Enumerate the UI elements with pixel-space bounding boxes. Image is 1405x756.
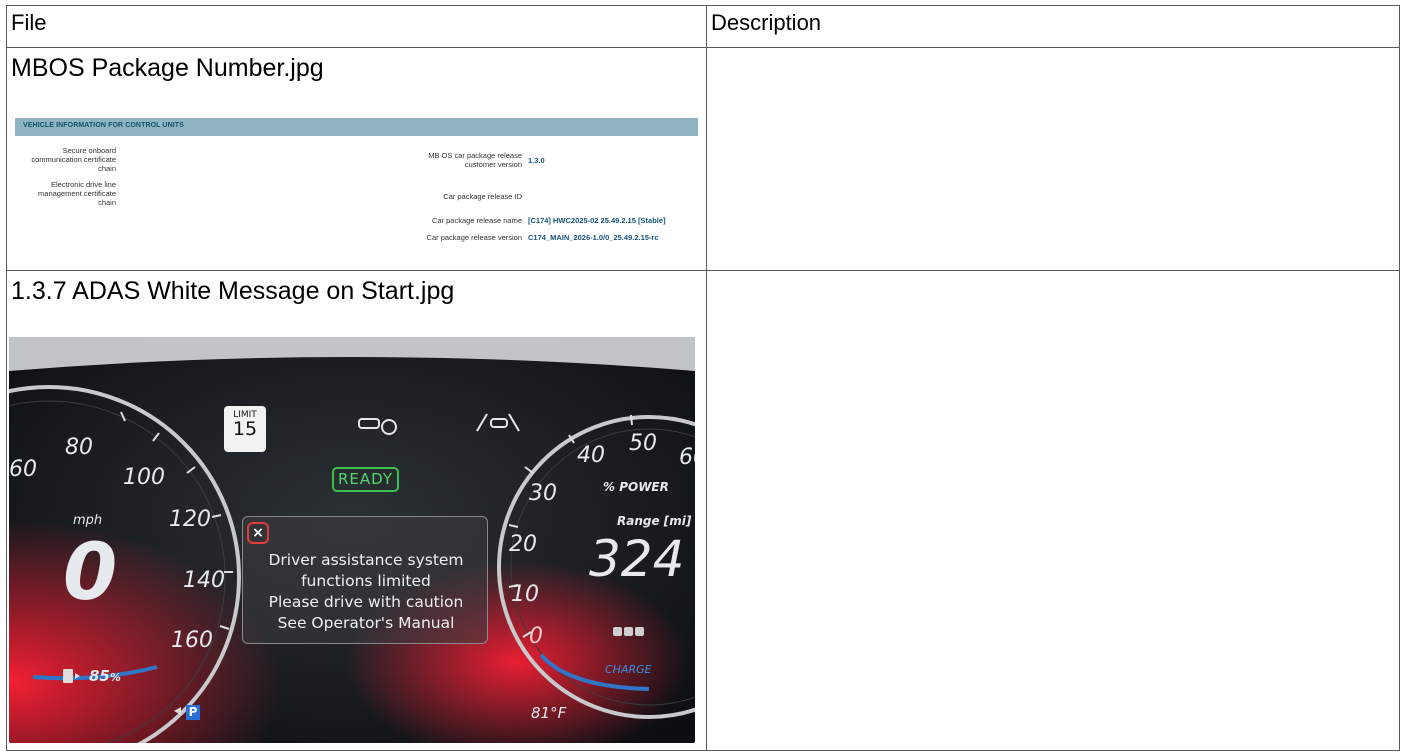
release-id-label: Car package release ID <box>443 192 522 201</box>
electronic-drive-label: Electronic drive line management certifi… <box>38 180 116 207</box>
release-name-label: Car package release name <box>431 216 522 225</box>
speed-tick: 160 <box>171 628 213 653</box>
column-header-file: File <box>6 5 707 48</box>
speed-unit: mph <box>73 513 103 528</box>
message-line: functions limited <box>301 572 431 590</box>
file-cell: MBOS Package Number.jpg VEHICLE INFORMAT… <box>6 47 707 271</box>
power-tick: 20 <box>509 532 537 557</box>
gear-indicator: P <box>186 705 200 720</box>
range-label: Range [mi] <box>617 514 692 528</box>
secure-onboard-label: Secure onboard communication certificate… <box>31 146 116 173</box>
speed-value: 0 <box>63 528 118 618</box>
release-customer-version-label: MB OS car package release customer versi… <box>428 151 522 169</box>
speed-tick: 120 <box>169 507 211 532</box>
speed-limit-sign: LIMIT 15 <box>224 406 266 452</box>
battery-level: 85% <box>89 667 121 685</box>
close-icon: × <box>247 522 269 544</box>
message-line: See Operator's Manual <box>277 614 455 632</box>
vehicle-info-title: VEHICLE INFORMATION FOR CONTROL UNITS <box>23 122 184 129</box>
speed-tick: 60 <box>9 457 37 482</box>
speed-tick: 80 <box>65 435 93 460</box>
adas-cluster-image: 60 80 100 120 140 160 mph 0 85% LIMIT 15… <box>9 337 695 743</box>
table-row: 1.3.7 ADAS White Message on Start.jpg 60… <box>6 270 1400 751</box>
release-name-value: [C174] HWC2025-02 25.49.2.15 [Stable] <box>528 216 666 225</box>
speed-tick: 140 <box>183 568 225 593</box>
column-header-description: Description <box>706 5 1400 48</box>
files-table: File Description MBOS Package Number.jpg… <box>6 5 1400 751</box>
power-label: % POWER <box>603 480 669 494</box>
description-cell <box>706 47 1400 271</box>
ready-indicator: READY <box>332 467 399 492</box>
description-cell <box>706 270 1400 751</box>
release-version-value: C174_MAIN_2026-1.0/0_25.49.2.15-rc <box>528 233 659 242</box>
speed-tick: 100 <box>123 465 165 490</box>
power-tick: 50 <box>629 431 657 456</box>
power-tick: 40 <box>577 443 605 468</box>
file-cell: 1.3.7 ADAS White Message on Start.jpg 60… <box>6 270 707 751</box>
temperature: 81°F <box>531 704 567 722</box>
vehicle-info-band: VEHICLE INFORMATION FOR CONTROL UNITS <box>15 118 698 136</box>
release-version-label: Car package release version <box>426 233 522 242</box>
range-value: 324 <box>589 530 685 588</box>
mbos-package-image: VEHICLE INFORMATION FOR CONTROL UNITS Se… <box>15 118 698 248</box>
power-tick: 10 <box>511 582 539 607</box>
message-line: Please drive with caution <box>268 593 464 611</box>
power-tick: 60 <box>679 445 695 470</box>
adas-warning-message: × Driver assistance system functions lim… <box>242 516 488 644</box>
file-name: MBOS Package Number.jpg <box>11 54 324 82</box>
table-row: MBOS Package Number.jpg VEHICLE INFORMAT… <box>6 47 1400 271</box>
file-name: 1.3.7 ADAS White Message on Start.jpg <box>11 277 455 305</box>
charge-label: CHARGE <box>605 663 652 676</box>
power-tick: 30 <box>529 481 557 506</box>
power-tick: 0 <box>529 624 543 649</box>
message-line: Driver assistance system <box>268 551 464 569</box>
release-customer-version-value: 1.3.0 <box>528 156 545 165</box>
table-header-row: File Description <box>6 5 1400 48</box>
